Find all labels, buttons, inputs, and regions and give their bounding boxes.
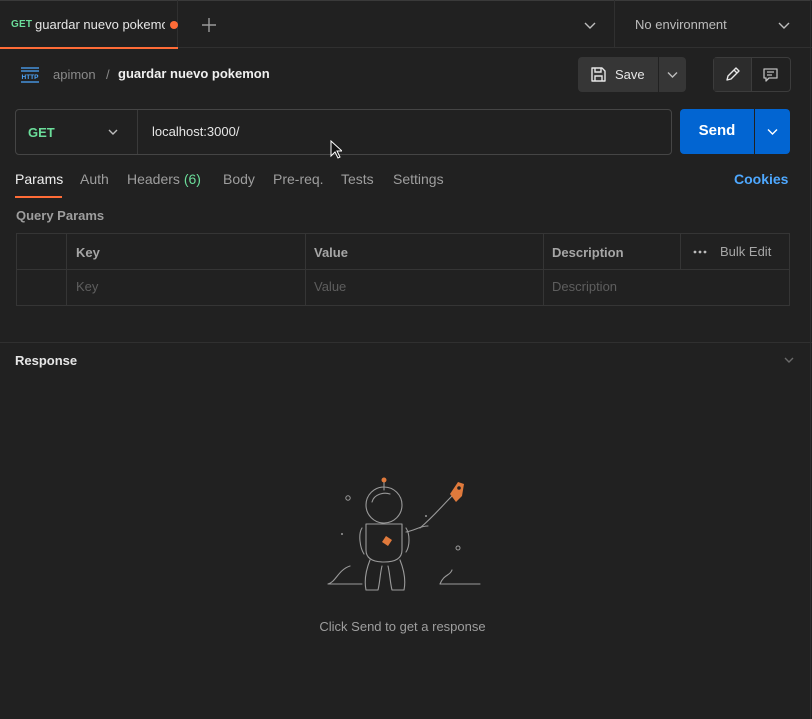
column-header-value: Value <box>314 245 348 260</box>
environment-selector[interactable]: No environment <box>635 17 727 32</box>
tab-headers-label: Headers <box>127 171 180 187</box>
key-input[interactable]: Key <box>76 279 98 294</box>
method-selector[interactable]: GET <box>28 125 55 140</box>
chevron-down-icon[interactable] <box>776 17 792 33</box>
breadcrumb-collection[interactable]: apimon <box>53 67 96 82</box>
request-url-bar: GET localhost:3000/ <box>15 109 672 155</box>
save-icon <box>591 67 606 82</box>
chevron-down-icon[interactable] <box>582 17 598 33</box>
table-divider <box>17 269 789 270</box>
save-button[interactable]: Save <box>578 57 658 92</box>
cookies-link[interactable]: Cookies <box>734 171 788 187</box>
request-tab[interactable]: GET guardar nuevo pokemon <box>0 0 178 49</box>
view-toggle-group <box>713 57 791 92</box>
bulk-edit-button[interactable]: Bulk Edit <box>720 244 771 259</box>
astronaut-illustration <box>327 477 481 591</box>
save-options-button[interactable] <box>659 57 686 92</box>
value-input[interactable]: Value <box>314 279 346 294</box>
save-label: Save <box>615 67 645 82</box>
more-options-icon[interactable] <box>693 250 707 254</box>
mouse-cursor-icon <box>330 140 342 159</box>
tab-method-label: GET <box>11 19 33 30</box>
http-icon: HTTP <box>21 67 40 83</box>
url-input[interactable]: localhost:3000/ <box>152 124 239 139</box>
breadcrumb-separator: / <box>106 67 110 82</box>
divider <box>137 110 138 154</box>
tab-params[interactable]: Params <box>15 171 63 187</box>
description-input[interactable]: Description <box>552 279 617 294</box>
table-divider <box>543 234 544 305</box>
tab-title: guardar nuevo pokemon <box>35 17 165 32</box>
edit-button[interactable] <box>714 58 752 91</box>
query-params-title: Query Params <box>16 208 105 223</box>
column-header-key: Key <box>76 245 100 260</box>
tab-body[interactable]: Body <box>223 171 255 187</box>
tab-prereq[interactable]: Pre-req. <box>273 171 324 187</box>
active-request-tab-underline <box>15 196 62 198</box>
response-title: Response <box>15 353 78 368</box>
send-options-button[interactable] <box>755 109 790 154</box>
table-divider <box>305 234 306 305</box>
divider <box>614 0 615 48</box>
tab-settings[interactable]: Settings <box>393 171 444 187</box>
table-divider <box>680 234 681 269</box>
tab-tests[interactable]: Tests <box>341 171 374 187</box>
send-button[interactable]: Send <box>680 109 754 154</box>
response-divider <box>0 342 812 343</box>
column-header-description: Description <box>552 245 624 260</box>
active-tab-underline <box>0 47 178 49</box>
pencil-icon <box>726 67 740 81</box>
send-label: Send <box>698 122 736 139</box>
chevron-down-icon[interactable] <box>106 125 120 139</box>
comments-button[interactable] <box>752 58 790 91</box>
page-title[interactable]: guardar nuevo pokemon <box>118 66 270 81</box>
query-params-table: Key Value Description Bulk Edit Key Valu… <box>16 233 790 306</box>
chevron-down-icon <box>667 72 678 78</box>
tab-headers[interactable]: Headers (6) <box>127 171 201 187</box>
empty-response-message: Click Send to get a response <box>319 619 486 634</box>
table-divider <box>66 234 67 305</box>
window-border <box>810 0 811 719</box>
tab-auth[interactable]: Auth <box>80 171 109 187</box>
chevron-down-icon <box>767 129 778 135</box>
tab-bar: GET guardar nuevo pokemon No environment <box>0 0 812 49</box>
chevron-down-icon[interactable] <box>782 353 796 367</box>
comment-icon <box>763 68 778 82</box>
plus-icon[interactable] <box>200 16 218 34</box>
headers-count-badge: (6) <box>183 171 201 187</box>
unsaved-indicator <box>170 21 178 29</box>
svg-text:HTTP: HTTP <box>22 74 40 81</box>
